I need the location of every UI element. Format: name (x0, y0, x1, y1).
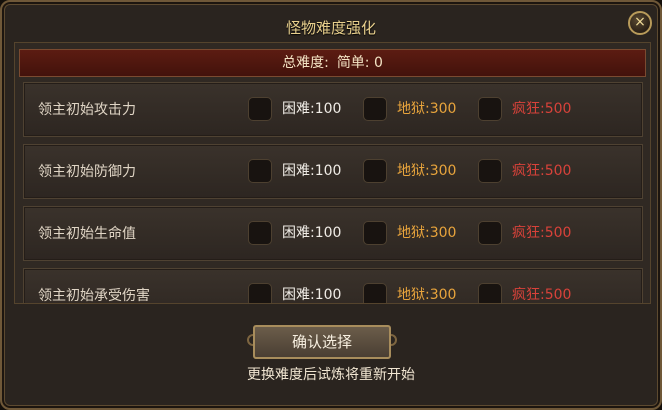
option-crazy-label: 疯狂:500 (512, 225, 572, 241)
row-label: 领主初始攻击力 (38, 102, 136, 118)
checkbox-hard[interactable] (248, 221, 272, 245)
checkbox-hard[interactable] (248, 283, 272, 303)
checkbox-crazy[interactable] (478, 97, 502, 121)
option-hard-label: 困难:100 (282, 225, 342, 241)
checkbox-hell[interactable] (363, 283, 387, 303)
option-crazy-label: 疯狂:500 (512, 287, 572, 303)
confirm-button[interactable]: 确认选择 (253, 325, 391, 359)
difficulty-row-damage-taken: 领主初始承受伤害 困难:100 地狱:300 疯狂:500 (23, 268, 643, 304)
option-hard-label: 困难:100 (282, 287, 342, 303)
difficulty-dialog: 怪物难度强化 × 总难度: 简单: 0 领主初始攻击力 困难:100 地狱:300… (0, 0, 662, 410)
option-hell-label: 地狱:300 (397, 287, 457, 303)
checkbox-hell[interactable] (363, 159, 387, 183)
checkbox-crazy[interactable] (478, 159, 502, 183)
total-difficulty-bar: 总难度: 简单: 0 (19, 49, 646, 77)
row-label: 领主初始防御力 (38, 164, 136, 180)
option-hard-label: 困难:100 (282, 101, 342, 117)
option-crazy-label: 疯狂:500 (512, 101, 572, 117)
dialog-content: 总难度: 简单: 0 领主初始攻击力 困难:100 地狱:300 疯狂:500 (14, 42, 651, 304)
difficulty-row-hp: 领主初始生命值 困难:100 地狱:300 疯狂:500 (23, 206, 643, 261)
checkbox-hard[interactable] (248, 97, 272, 121)
reset-hint: 更换难度后试炼将重新开始 (247, 367, 415, 383)
option-crazy-label: 疯狂:500 (512, 163, 572, 179)
option-hell-label: 地狱:300 (397, 101, 457, 117)
option-hell-label: 地狱:300 (397, 225, 457, 241)
option-hell-label: 地狱:300 (397, 163, 457, 179)
checkbox-hell[interactable] (363, 221, 387, 245)
checkbox-hard[interactable] (248, 159, 272, 183)
checkbox-hell[interactable] (363, 97, 387, 121)
total-difficulty-value: 简单: 0 (336, 55, 383, 71)
checkbox-crazy[interactable] (478, 221, 502, 245)
option-hard-label: 困难:100 (282, 163, 342, 179)
row-label: 领主初始生命值 (38, 226, 136, 242)
row-label: 领主初始承受伤害 (38, 288, 150, 304)
dialog-title: 怪物难度强化 (285, 19, 376, 37)
difficulty-rows: 领主初始攻击力 困难:100 地狱:300 疯狂:500 领主初始防御力 困难:… (23, 82, 643, 304)
checkbox-crazy[interactable] (478, 283, 502, 303)
close-icon[interactable]: × (628, 11, 652, 35)
total-difficulty-label: 总难度: (282, 55, 329, 71)
difficulty-row-defense: 领主初始防御力 困难:100 地狱:300 疯狂:500 (23, 144, 643, 199)
difficulty-row-attack: 领主初始攻击力 困难:100 地狱:300 疯狂:500 (23, 82, 643, 137)
